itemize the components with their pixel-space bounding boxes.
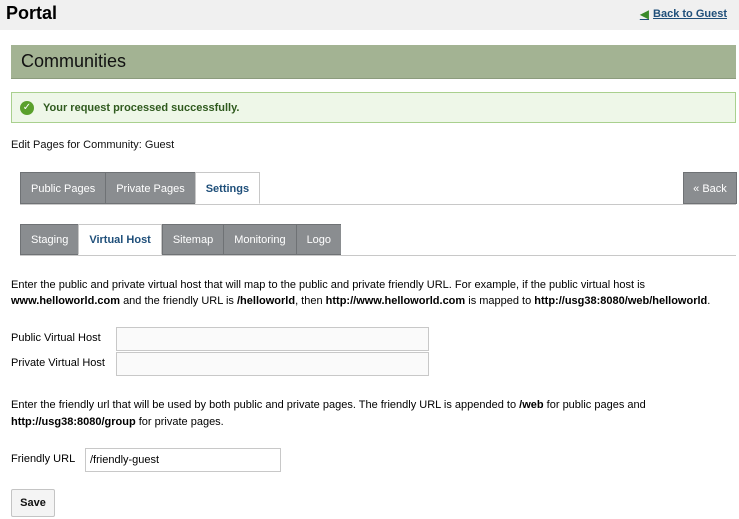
communities-header: Communities: [11, 45, 736, 79]
tab-monitoring[interactable]: Monitoring: [223, 224, 296, 255]
back-arrow-icon: ◀: [639, 7, 650, 21]
virtual-host-intro: Enter the public and private virtual hos…: [11, 279, 711, 307]
primary-tabs-divider: [20, 204, 736, 205]
tab-staging[interactable]: Staging: [20, 224, 79, 255]
public-virtual-host-label: Public Virtual Host: [11, 332, 101, 344]
success-message: ✓ Your request processed successfully.: [11, 92, 736, 123]
save-button[interactable]: Save: [11, 489, 55, 517]
friendly-url-note: Enter the friendly url that will be used…: [11, 399, 646, 428]
edit-pages-heading: Edit Pages for Community: Guest: [11, 139, 175, 151]
friendly-url-label: Friendly URL: [11, 453, 76, 465]
tab-public-pages[interactable]: Public Pages: [20, 172, 106, 204]
primary-tabs: Public Pages Private Pages Settings: [20, 172, 261, 204]
tab-sitemap[interactable]: Sitemap: [161, 224, 224, 255]
secondary-tabs-divider: [20, 255, 736, 256]
private-virtual-host-label: Private Virtual Host: [11, 357, 105, 369]
public-virtual-host-input[interactable]: [116, 327, 429, 351]
tab-logo[interactable]: Logo: [295, 224, 342, 255]
back-to-guest-link[interactable]: ◀ Back to Guest: [640, 7, 727, 21]
tab-virtual-host[interactable]: Virtual Host: [78, 224, 162, 255]
portal-title: Portal: [6, 3, 58, 23]
back-to-guest-label[interactable]: Back to Guest: [653, 8, 727, 20]
secondary-tabs: Staging Virtual Host Sitemap Monitoring …: [20, 224, 342, 255]
check-icon: ✓: [20, 100, 34, 115]
back-button[interactable]: « Back: [683, 172, 737, 204]
communities-title: Communities: [21, 51, 127, 71]
top-bar: Portal ◀ Back to Guest: [0, 0, 739, 30]
success-text: Your request processed successfully.: [43, 101, 240, 114]
private-virtual-host-input[interactable]: [116, 352, 429, 376]
tab-private-pages[interactable]: Private Pages: [105, 172, 195, 204]
tab-settings[interactable]: Settings: [194, 172, 261, 204]
friendly-url-input[interactable]: [85, 448, 281, 472]
